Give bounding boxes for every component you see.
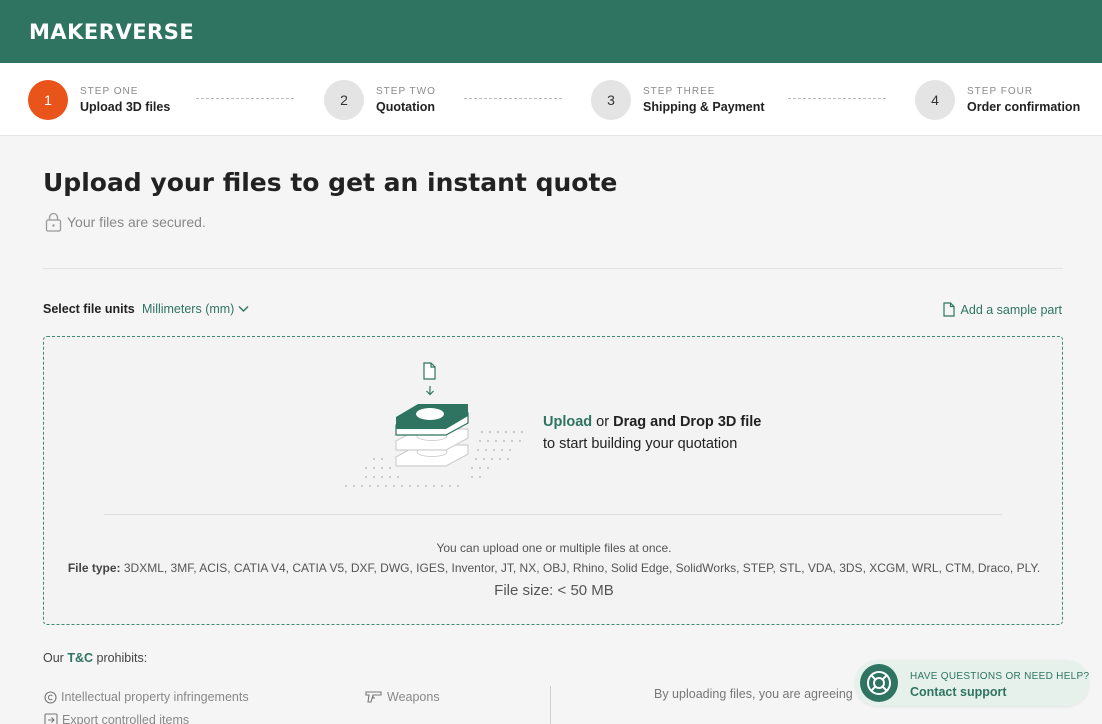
step-separator xyxy=(788,98,886,99)
step-label: Shipping & Payment xyxy=(643,100,765,114)
step-label: Order confirmation xyxy=(967,100,1081,114)
step-kicker: STEP TWO xyxy=(376,86,436,97)
upload-link[interactable]: Upload xyxy=(543,414,592,430)
copyright-icon xyxy=(44,690,57,704)
step-kicker: STEP ONE xyxy=(80,86,139,97)
file-type-list: 3DXML, 3MF, ACIS, CATIA V4, CATIA V5, DX… xyxy=(123,561,1041,575)
terms-link[interactable]: T&C xyxy=(67,651,93,665)
drag-drop-text: Drag and Drop 3D file xyxy=(613,414,762,430)
file-types: File type: 3DXML, 3MF, ACIS, CATIA V4, C… xyxy=(44,561,1064,575)
weapon-icon xyxy=(365,691,382,703)
export-icon xyxy=(44,713,58,724)
chevron-down-icon xyxy=(238,306,249,312)
divider xyxy=(43,268,1063,269)
vertical-divider xyxy=(550,686,551,724)
divider xyxy=(104,514,1002,515)
step-progress: 1 STEP ONE Upload 3D files 2 STEP TWO Qu… xyxy=(0,63,1102,136)
step-label: Upload 3D files xyxy=(80,100,171,114)
security-note: Your files are secured. xyxy=(45,212,206,232)
page-title: Upload your files to get an instant quot… xyxy=(43,168,618,197)
step-number: 2 xyxy=(324,80,364,120)
step-separator xyxy=(464,98,562,99)
step-4[interactable]: 4 STEP FOUR Order confirmation xyxy=(915,80,1080,120)
units-selected-value: Millimeters (mm) xyxy=(142,302,235,316)
units-dropdown[interactable]: Millimeters (mm) xyxy=(142,302,249,316)
prohibited-item-label: Weapons xyxy=(387,690,440,704)
file-dropzone[interactable]: Upload or Drag and Drop 3D file to start… xyxy=(43,336,1063,625)
dropzone-instructions: Upload or Drag and Drop 3D file to start… xyxy=(543,411,761,455)
step-2[interactable]: 2 STEP TWO Quotation xyxy=(324,80,436,120)
step-number: 4 xyxy=(915,80,955,120)
prohibited-item: Export controlled items xyxy=(44,713,189,724)
file-type-label: File type: xyxy=(67,561,121,575)
step-separator xyxy=(196,98,294,99)
contact-support-button[interactable]: HAVE QUESTIONS OR NEED HELP? Contact sup… xyxy=(855,660,1089,706)
lifebuoy-icon xyxy=(860,664,898,702)
agreement-text: By uploading files, you are agreeing xyxy=(654,687,853,701)
document-icon xyxy=(942,302,955,317)
security-text: Your files are secured. xyxy=(67,214,206,230)
prohibited-item-label: Intellectual property infringements xyxy=(61,690,249,704)
file-size-limit: File size: < 50 MB xyxy=(494,582,614,599)
step-3[interactable]: 3 STEP THREE Shipping & Payment xyxy=(591,80,765,120)
step-kicker: STEP FOUR xyxy=(967,86,1034,97)
dropzone-subtitle: to start building your quotation xyxy=(543,436,738,452)
top-bar: MAKERVERSE xyxy=(0,0,1102,63)
upload-illustration-icon xyxy=(345,362,523,487)
step-number: 3 xyxy=(591,80,631,120)
step-kicker: STEP THREE xyxy=(643,86,716,97)
prohibited-item: Intellectual property infringements xyxy=(44,690,249,704)
step-1[interactable]: 1 STEP ONE Upload 3D files xyxy=(28,80,170,120)
add-sample-part-link[interactable]: Add a sample part xyxy=(942,302,1062,317)
step-number: 1 xyxy=(28,80,68,120)
step-label: Quotation xyxy=(376,100,436,114)
support-kicker: HAVE QUESTIONS OR NEED HELP? xyxy=(910,671,1090,682)
units-label: Select file units xyxy=(43,302,135,316)
brand-logo[interactable]: MAKERVERSE xyxy=(29,20,194,44)
multi-upload-note: You can upload one or multiple files at … xyxy=(436,541,672,555)
prohibited-item-label: Export controlled items xyxy=(62,713,190,724)
support-label: Contact support xyxy=(910,685,1007,699)
add-sample-part-label: Add a sample part xyxy=(960,302,1062,317)
prohibited-item: Weapons xyxy=(365,690,440,704)
lock-icon xyxy=(45,212,62,232)
terms-heading: Our T&C prohibits: xyxy=(43,651,148,665)
or-text: or xyxy=(592,414,614,430)
